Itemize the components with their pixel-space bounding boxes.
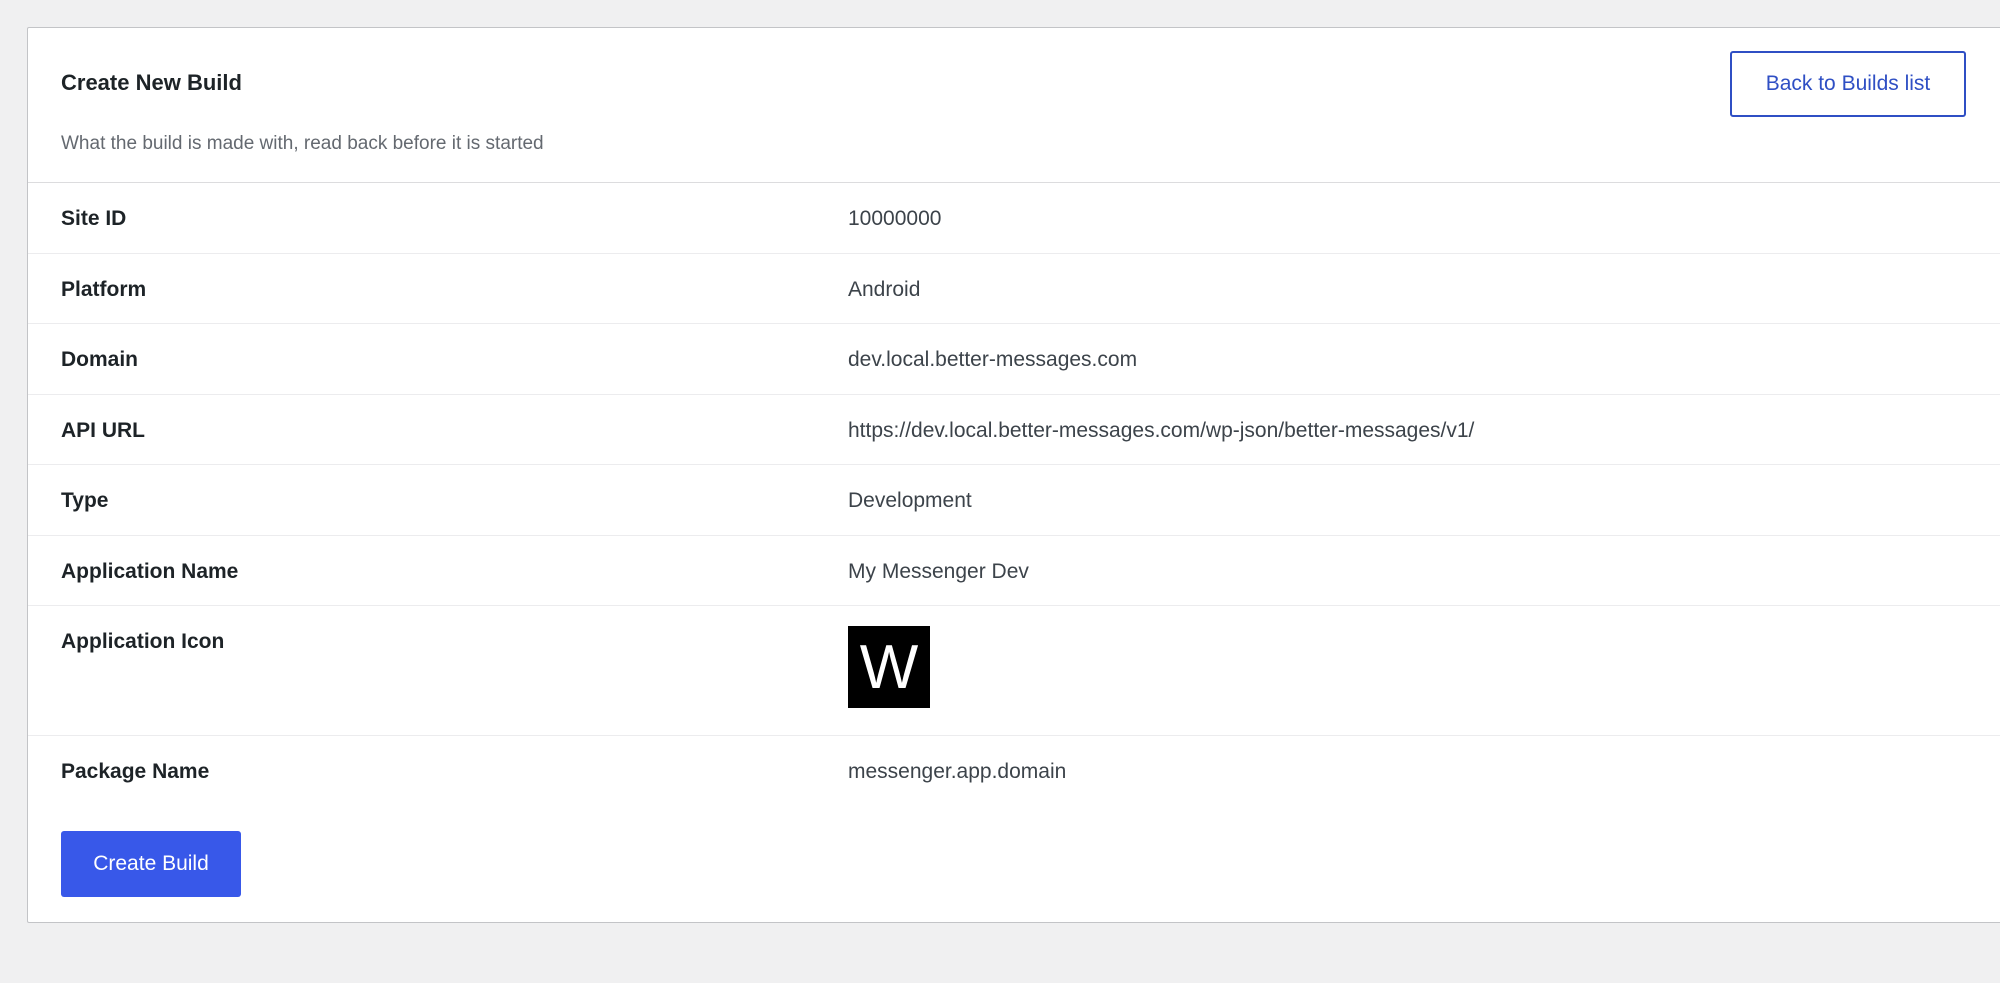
detail-label: API URL: [61, 418, 145, 442]
detail-label: Type: [61, 489, 109, 512]
detail-value: https://dev.local.better-messages.com/wp…: [848, 418, 1475, 442]
detail-value: My Messenger Dev: [848, 559, 1029, 583]
detail-label: Application Name: [61, 559, 239, 583]
detail-row-application-name: Application Name My Messenger Dev: [28, 536, 2000, 606]
back-to-builds-button[interactable]: Back to Builds list: [1730, 51, 1966, 117]
detail-value: dev.local.better-messages.com: [848, 348, 1138, 371]
build-details-list: Site ID 10000000 Platform Android Domain…: [28, 183, 2000, 807]
detail-label: Application Icon: [61, 630, 225, 653]
detail-row-application-icon: Application Icon W: [28, 606, 2000, 736]
detail-value: Android: [848, 277, 921, 301]
detail-value: messenger.app.domain: [848, 760, 1067, 783]
card-header: Create New Build What the build is made …: [28, 28, 2000, 183]
application-icon: W: [848, 626, 930, 708]
detail-value: 10000000: [848, 207, 942, 230]
detail-value: Development: [848, 489, 972, 512]
create-build-card: Create New Build What the build is made …: [27, 27, 2000, 923]
page-title: Create New Build: [61, 70, 242, 95]
detail-label: Package Name: [61, 760, 210, 783]
detail-row-domain: Domain dev.local.better-messages.com: [28, 324, 2000, 395]
detail-row-type: Type Development: [28, 465, 2000, 536]
create-build-button[interactable]: Create Build: [61, 831, 241, 897]
detail-label: Site ID: [61, 207, 127, 230]
detail-row-api-url: API URL https://dev.local.better-message…: [28, 395, 2000, 465]
page-subtitle: What the build is made with, read back b…: [61, 133, 544, 154]
detail-label: Platform: [61, 277, 147, 301]
detail-row-platform: Platform Android: [28, 254, 2000, 324]
detail-row-site-id: Site ID 10000000: [28, 183, 2000, 254]
detail-label: Domain: [61, 348, 139, 371]
detail-row-package-name: Package Name messenger.app.domain: [28, 736, 2000, 807]
